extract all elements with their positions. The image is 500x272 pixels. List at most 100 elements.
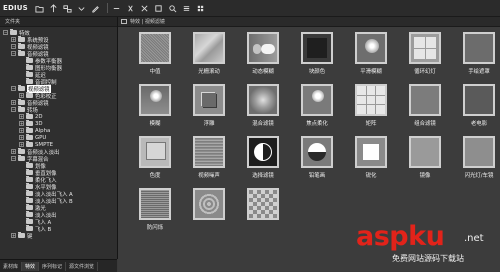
expand-icon[interactable]: + bbox=[11, 100, 16, 105]
effect-tile[interactable]: 锐化 bbox=[344, 134, 398, 186]
tree-item[interactable]: − 转场 bbox=[0, 106, 117, 114]
tree-item[interactable]: + 音频淡入淡出 bbox=[0, 148, 117, 156]
tree-item[interactable]: − 特效 bbox=[0, 29, 117, 37]
effect-tile-label: 铅笔画 bbox=[308, 173, 326, 179]
properties-icon[interactable] bbox=[153, 2, 165, 14]
site-watermark: aspku .net 免费网站源码下载站 bbox=[352, 222, 500, 271]
sharpen-icon bbox=[355, 136, 387, 168]
effect-tile[interactable]: 老电影 bbox=[452, 82, 500, 134]
tree-item[interactable]: − 字幕混合 bbox=[0, 155, 117, 163]
tree-item[interactable]: + 色彩校正 bbox=[0, 92, 117, 100]
effect-tile[interactable]: 色度 bbox=[128, 134, 182, 186]
tree-item[interactable]: 激光 bbox=[0, 204, 117, 212]
tab-source-browser[interactable]: 源文件浏览 bbox=[66, 261, 99, 271]
effect-tile[interactable]: 动态模糊 bbox=[236, 30, 290, 82]
expand-icon[interactable]: + bbox=[19, 128, 24, 133]
tree-item[interactable]: 垂直划像 bbox=[0, 169, 117, 177]
tab-bin[interactable]: 素材库 bbox=[0, 261, 23, 271]
folder-icon bbox=[26, 113, 33, 119]
tree-item[interactable]: + 音频滤镜 bbox=[0, 99, 117, 107]
effect-tile[interactable]: 铅笔画 bbox=[290, 134, 344, 186]
search-icon[interactable] bbox=[167, 2, 179, 14]
effect-tile[interactable]: 中值 bbox=[128, 30, 182, 82]
tree-item[interactable]: 飞入 B bbox=[0, 225, 117, 233]
effect-tile[interactable]: 模糊 bbox=[128, 82, 182, 134]
view-list-icon[interactable] bbox=[181, 2, 193, 14]
expand-icon[interactable]: + bbox=[11, 149, 16, 154]
tree-item[interactable]: − 视频滤镜 bbox=[0, 84, 117, 93]
up-folder-icon[interactable] bbox=[48, 2, 60, 14]
tab-effects[interactable]: 特效 bbox=[22, 261, 40, 271]
effect-tile[interactable] bbox=[236, 186, 290, 238]
tree-item[interactable]: 音调控制 bbox=[0, 78, 117, 86]
tree-item[interactable]: + Alpha bbox=[0, 127, 117, 134]
effect-tile[interactable]: 矩阵 bbox=[344, 82, 398, 134]
delete-icon[interactable] bbox=[139, 2, 151, 14]
expand-icon[interactable]: + bbox=[19, 93, 24, 98]
collapse-icon[interactable]: − bbox=[11, 86, 16, 91]
tree-item[interactable]: + GPU bbox=[0, 134, 117, 141]
collapse-icon[interactable]: − bbox=[11, 51, 16, 56]
tree-item[interactable]: + 系统预设 bbox=[0, 36, 117, 44]
effect-tile-label: 防闪烁 bbox=[146, 225, 164, 231]
effect-tile[interactable]: 浮雕 bbox=[182, 82, 236, 134]
tree-item[interactable]: 延迟 bbox=[0, 71, 117, 79]
effect-tile[interactable]: 循环幻灯 bbox=[398, 30, 452, 82]
tree-item[interactable]: 淡入淡出飞入 B bbox=[0, 197, 117, 205]
cut-icon[interactable] bbox=[125, 2, 137, 14]
effect-tile[interactable]: 混合滤镜 bbox=[236, 82, 290, 134]
tree-item[interactable]: 飞入 A bbox=[0, 218, 117, 226]
effect-tile[interactable]: 光栅滚动 bbox=[182, 30, 236, 82]
folder-icon bbox=[26, 78, 33, 84]
effect-tile[interactable]: 组合滤镜 bbox=[398, 82, 452, 134]
expand-icon[interactable]: + bbox=[19, 121, 24, 126]
effect-tile[interactable]: 视频噪声 bbox=[182, 134, 236, 186]
watermark-domain: .net bbox=[464, 233, 484, 244]
tree-item[interactable]: 划像 bbox=[0, 162, 117, 170]
expand-icon[interactable]: + bbox=[19, 142, 24, 147]
collapse-icon[interactable]: − bbox=[11, 44, 16, 49]
collapse-icon[interactable]: − bbox=[11, 156, 16, 161]
folder-icon bbox=[26, 64, 33, 70]
expand-icon[interactable]: + bbox=[11, 37, 16, 42]
tree-item[interactable]: − 视频滤镜 bbox=[0, 43, 117, 51]
motion-blur-icon bbox=[247, 32, 279, 64]
effect-tile[interactable]: 平滑模糊 bbox=[344, 30, 398, 82]
effect-tile[interactable]: 镜像 bbox=[398, 134, 452, 186]
collapse-icon[interactable]: − bbox=[3, 30, 8, 35]
tree-item[interactable]: 柔化飞入 bbox=[0, 176, 117, 184]
effect-tile[interactable]: 手绘遮罩 bbox=[452, 30, 500, 82]
effect-tile[interactable]: 焦点柔化 bbox=[290, 82, 344, 134]
video-noise-icon bbox=[193, 136, 225, 168]
tree-item[interactable]: +2D bbox=[0, 113, 117, 120]
effect-tile[interactable] bbox=[182, 186, 236, 238]
minus-icon[interactable] bbox=[111, 2, 123, 14]
expand-icon[interactable]: + bbox=[19, 114, 24, 119]
expand-icon[interactable]: + bbox=[19, 135, 24, 140]
collapse-icon[interactable]: − bbox=[11, 107, 16, 112]
tree-item[interactable]: 图形均衡器 bbox=[0, 64, 117, 72]
effect-tile-label: 块颜色 bbox=[308, 69, 326, 75]
tree-item[interactable]: + 键 bbox=[0, 232, 117, 240]
effect-tile[interactable]: 闪光灯/车镜 bbox=[452, 134, 500, 186]
folder-tree-icon[interactable] bbox=[62, 2, 74, 14]
effect-tile[interactable]: 块颜色 bbox=[290, 30, 344, 82]
pencil-sketch-icon bbox=[301, 136, 333, 168]
tree-item-label: 2D bbox=[35, 113, 43, 120]
tree-item-label: 飞入 B bbox=[35, 226, 52, 233]
dropdown-arrow-icon[interactable] bbox=[76, 2, 88, 14]
tree-item[interactable]: 淡入淡出 bbox=[0, 211, 117, 219]
effect-tile[interactable]: 选择滤镜 bbox=[236, 134, 290, 186]
effect-tile[interactable]: 防闪烁 bbox=[128, 186, 182, 238]
edit-icon[interactable] bbox=[90, 2, 102, 14]
tab-sequence-markers[interactable]: 序列标记 bbox=[39, 261, 67, 271]
new-folder-icon[interactable] bbox=[34, 2, 46, 14]
effect-tile-label: 浮雕 bbox=[203, 121, 215, 127]
mix-filter-icon bbox=[247, 84, 279, 116]
tree-item-label: 键 bbox=[27, 233, 33, 240]
view-grid-icon[interactable] bbox=[195, 2, 207, 14]
expand-icon[interactable]: + bbox=[11, 233, 16, 238]
folder-icon bbox=[26, 57, 33, 63]
breadcrumb-path: 特效 | 视频滤镜 bbox=[130, 19, 165, 25]
tree-item[interactable]: +3D bbox=[0, 120, 117, 127]
